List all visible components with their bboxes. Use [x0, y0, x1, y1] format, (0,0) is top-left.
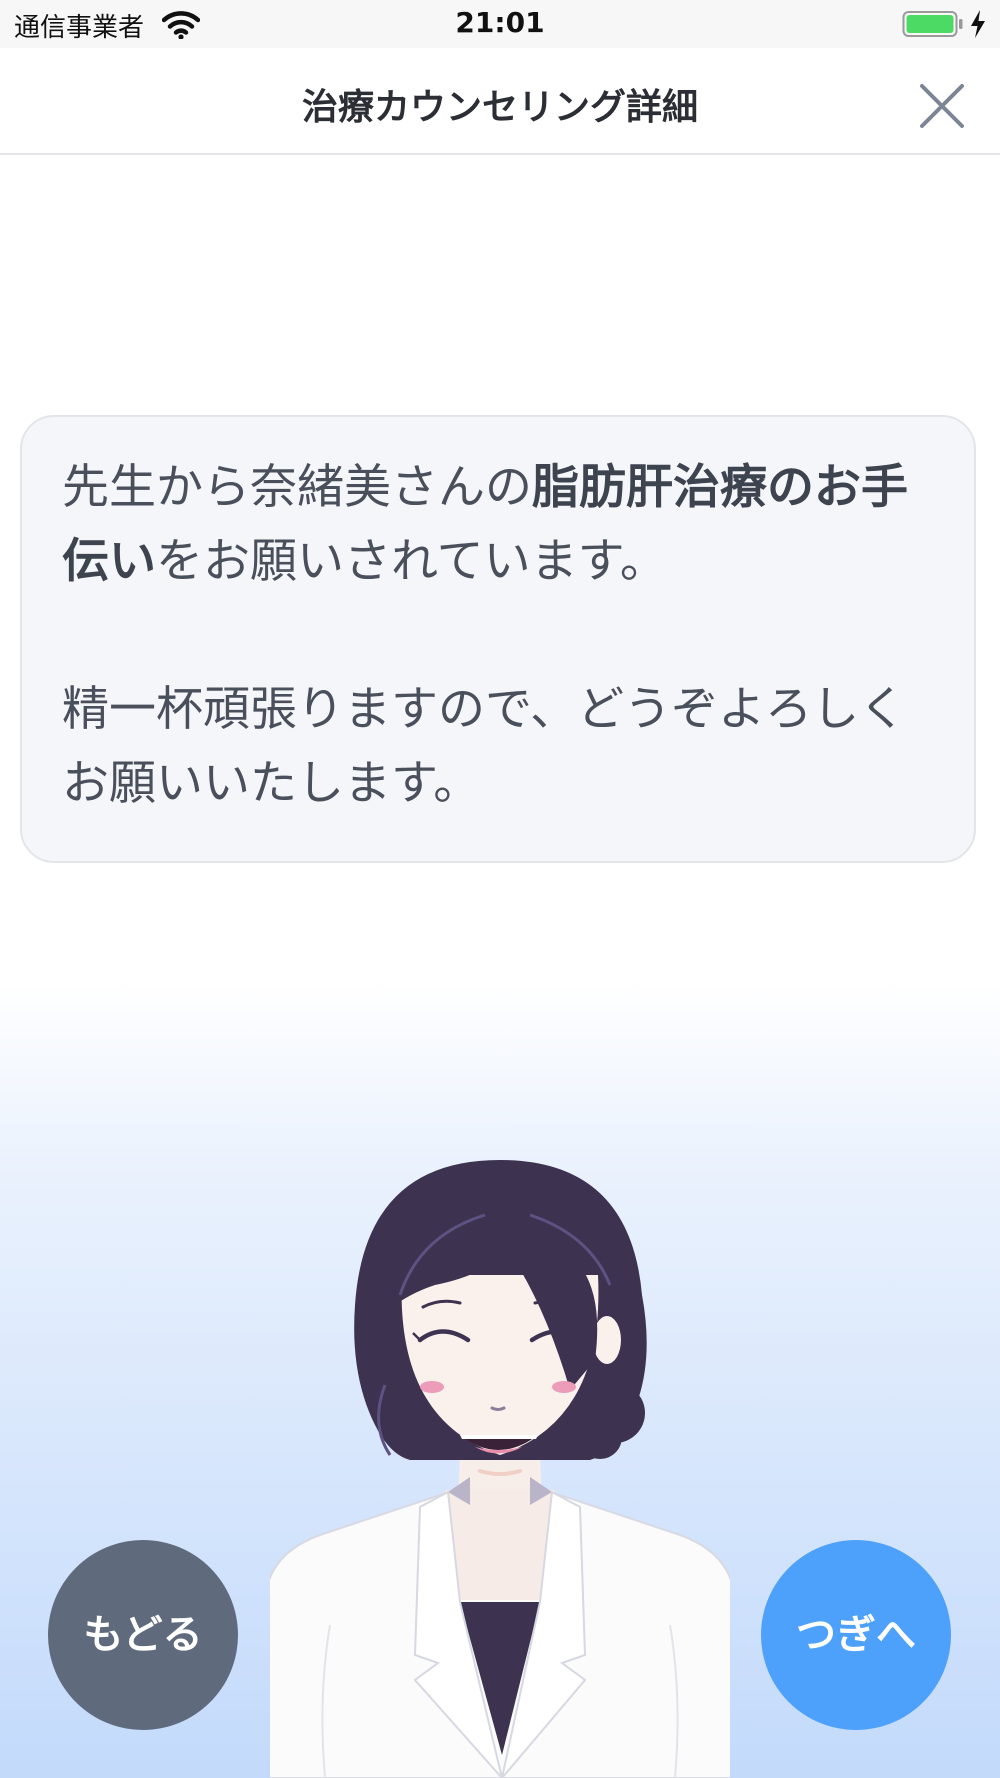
- message-text: をお願いされています。: [156, 534, 667, 589]
- navigation-bar: 治療カウンセリング詳細: [0, 48, 1000, 155]
- message-text: 先生から奈緒美さんの: [62, 460, 532, 515]
- doctor-illustration: [270, 1160, 730, 1778]
- next-button[interactable]: つぎへ: [761, 1540, 951, 1730]
- speech-bubble: 先生から奈緒美さんの脂肪肝治療のお手伝いをお願いされています。 精一杯頑張ります…: [20, 415, 976, 863]
- message-paragraph-2: 精一杯頑張りますので、どうぞよろしくお願いいたします。: [62, 682, 907, 811]
- back-button[interactable]: もどる: [48, 1540, 238, 1730]
- charging-bolt-icon: [971, 10, 985, 38]
- battery-icon: [902, 11, 963, 37]
- status-bar: 通信事業者 21:01: [0, 0, 1000, 48]
- page-title: 治療カウンセリング詳細: [301, 87, 698, 128]
- status-time: 21:01: [455, 6, 545, 39]
- message-paragraph-1: 先生から奈緒美さんの脂肪肝治療のお手伝いをお願いされています。: [62, 451, 936, 599]
- close-icon[interactable]: [914, 78, 970, 134]
